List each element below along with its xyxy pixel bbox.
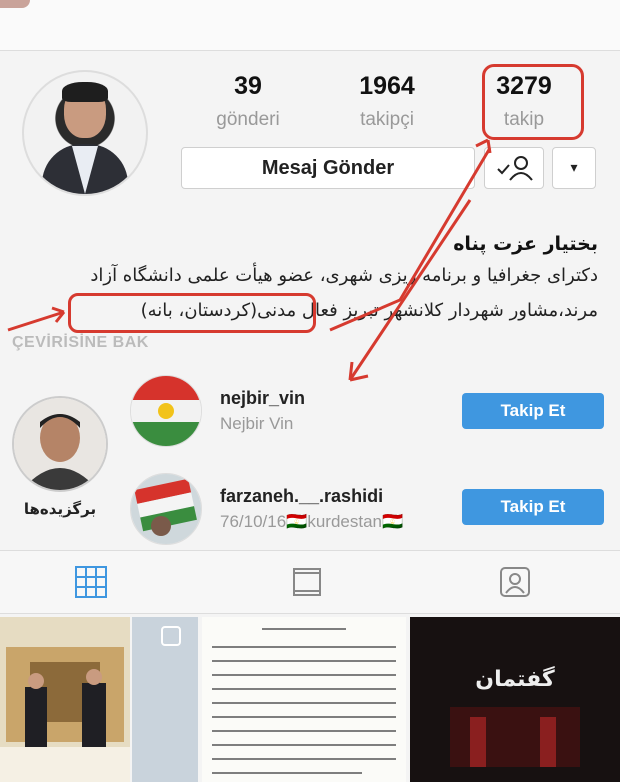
annotation-arrows bbox=[7, 138, 492, 382]
